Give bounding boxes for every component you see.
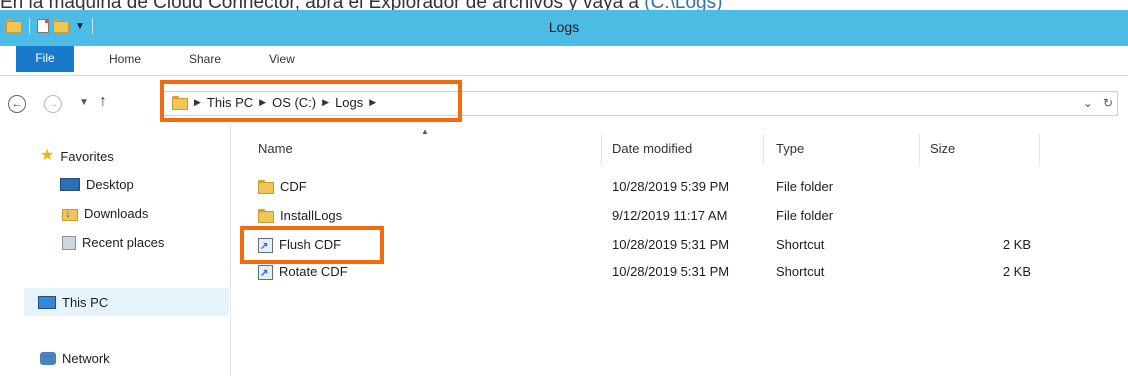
nav-favorites-label: Favorites — [60, 148, 114, 164]
nav-this-pc-label: This PC — [62, 294, 109, 310]
tab-share[interactable]: Share — [189, 46, 221, 75]
file-date: 10/28/2019 5:31 PM — [612, 264, 730, 279]
sort-ascending-icon: ▲ — [421, 127, 429, 136]
file-date: 9/12/2019 11:17 AM — [612, 208, 728, 223]
tab-home[interactable]: Home — [109, 46, 141, 75]
column-header-name[interactable]: Name — [258, 132, 293, 166]
recent-locations-dropdown-icon[interactable]: ▼ — [79, 97, 89, 108]
flush-cdf-highlight-box — [240, 226, 384, 264]
column-divider[interactable] — [919, 134, 920, 166]
refresh-icon[interactable]: ↻ — [1103, 96, 1113, 110]
nav-item-label: Desktop — [86, 177, 134, 192]
column-divider[interactable] — [763, 134, 764, 166]
column-divider[interactable] — [601, 134, 602, 166]
chevron-down-icon[interactable]: ⌄ — [1083, 96, 1093, 110]
file-size: 2 KB — [1002, 237, 1031, 252]
nav-favorites[interactable]: ★ Favorites — [40, 148, 114, 164]
nav-network-label: Network — [62, 351, 110, 366]
up-button[interactable]: ↑ — [99, 93, 107, 111]
file-type: File folder — [776, 208, 834, 223]
nav-item-label: Downloads — [84, 206, 149, 221]
navigation-pane: ★ Favorites Desktop ↓ Downloads Recent p… — [0, 124, 231, 376]
downloads-icon: ↓ — [62, 206, 78, 221]
tab-file[interactable]: File — [16, 46, 74, 72]
address-bar-actions: ⌄ ↻ — [1083, 96, 1113, 110]
star-icon: ★ — [40, 147, 55, 164]
nav-item-label: Recent places — [82, 235, 165, 250]
file-type: Shortcut — [776, 264, 825, 279]
nav-item-recent-places[interactable]: Recent places — [62, 235, 164, 250]
column-header-type[interactable]: Type — [776, 132, 804, 166]
back-button[interactable]: ← — [8, 95, 26, 113]
folder-icon — [258, 209, 274, 223]
window-titlebar: ▼ Logs — [0, 10, 1128, 46]
table-row[interactable]: CDF 10/28/2019 5:39 PM File folder — [231, 174, 1128, 200]
folder-icon — [258, 180, 274, 194]
forward-button[interactable]: → — [44, 95, 62, 113]
shortcut-icon: ↗ — [258, 264, 273, 280]
nav-item-desktop[interactable]: Desktop — [60, 177, 134, 192]
file-name: CDF — [280, 179, 307, 194]
file-size: 2 KB — [1002, 264, 1031, 279]
nav-this-pc[interactable]: This PC — [24, 288, 229, 316]
this-pc-icon — [38, 295, 56, 309]
column-header-date[interactable]: Date modified — [612, 132, 692, 166]
column-header-size[interactable]: Size — [930, 132, 955, 166]
file-date: 10/28/2019 5:39 PM — [612, 179, 730, 194]
nav-network[interactable]: Network — [40, 351, 110, 366]
tab-view[interactable]: View — [269, 46, 295, 75]
file-type: File folder — [776, 179, 834, 194]
window-title: Logs — [548, 19, 580, 35]
column-divider[interactable] — [1039, 134, 1040, 166]
file-type: Shortcut — [776, 237, 825, 252]
network-icon — [40, 352, 56, 365]
file-date: 10/28/2019 5:31 PM — [612, 237, 730, 252]
nav-item-downloads[interactable]: ↓ Downloads — [62, 206, 148, 221]
recent-places-icon — [62, 235, 76, 250]
address-highlight-box — [160, 80, 462, 122]
desktop-icon — [60, 178, 80, 191]
ribbon-tabs: File Home Share View — [0, 46, 1128, 76]
